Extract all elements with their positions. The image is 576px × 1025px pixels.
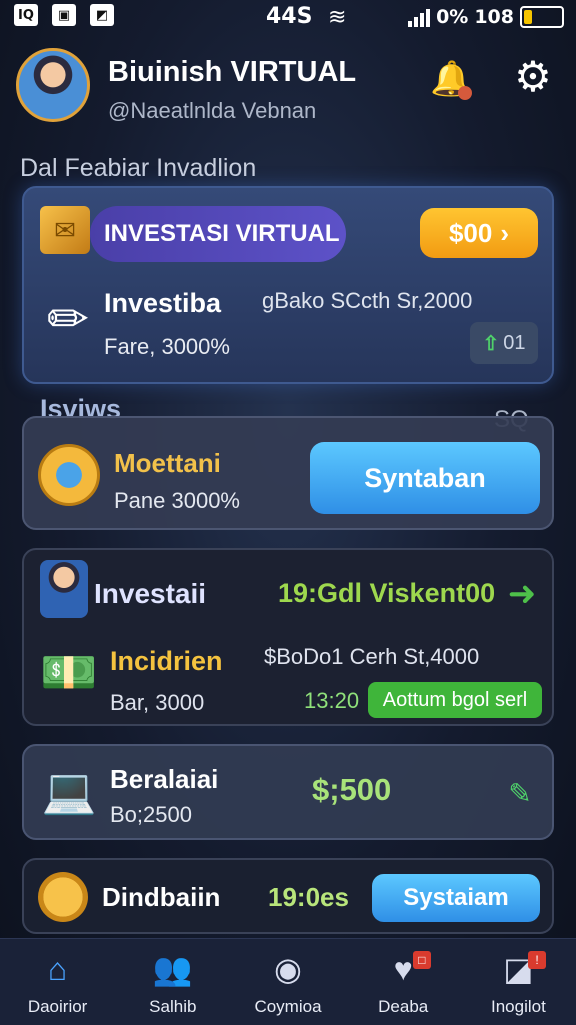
investor-avatar (40, 560, 88, 618)
deposit-button[interactable]: Systaiam (372, 874, 540, 922)
deposit-time: 19:0es (268, 882, 349, 912)
balance-name: Beralaiai (110, 764, 219, 794)
balance-amount: Bo;2500 (110, 802, 192, 827)
growth-value: 01 (503, 331, 526, 354)
portfolio-value: 19:Gdl Viskent00 (278, 578, 496, 608)
nav-item-users[interactable]: 👥 Salhib (115, 939, 230, 1025)
investment-name: Investiba (104, 288, 222, 318)
status-extra: 108 (474, 6, 514, 28)
battery-icon (520, 6, 564, 28)
status-bar: IQ ▣ ◩ 44S ≋ 0% 108 (0, 0, 576, 34)
portfolio-right-balance: $BoDo1 Cerh St,4000 (264, 644, 480, 669)
notification-dot (458, 86, 472, 100)
coin-icon (38, 872, 88, 922)
nav-item-wallet[interactable]: ♥ □ Deaba (346, 939, 461, 1025)
wifi-icon: ≋ (328, 4, 347, 29)
up-arrow-icon: ⇧ (482, 332, 500, 355)
chevron-right-icon: › (500, 217, 510, 248)
page-subtitle: @Naeatlnlda Vebnan (108, 98, 317, 123)
deposit-name: Dindbaiin (102, 882, 221, 912)
investment-balance: gBako SCcth Sr,2000 (262, 288, 473, 313)
status-left-icons: IQ ▣ ◩ (14, 4, 114, 26)
balance-card[interactable]: 💻 Beralaiai Bo;2500 $;500 ✎ (22, 744, 554, 840)
status-right: 0% 108 (408, 6, 564, 28)
portfolio-card[interactable]: Investaii 19:Gdl Viskent00 ➜ 💵 Incidrien… (22, 548, 554, 726)
nav-label: Salhib (149, 997, 197, 1016)
nav-item-home[interactable]: ⌂ Daoirior (0, 939, 115, 1025)
profile-icon: ◉ (274, 951, 302, 987)
invest-amount-button[interactable]: $00 › (420, 208, 538, 258)
nav-item-profile[interactable]: ◉ Coymioa (230, 939, 345, 1025)
signal-icon (408, 7, 431, 27)
product-name: Moettani (114, 448, 221, 478)
nav-label: Coymioa (254, 997, 322, 1016)
investment-card[interactable]: ✉ INVESTASI VIRTUAL $00 › ✏ Investiba Far… (22, 186, 554, 384)
nav-label: Daoirior (27, 997, 88, 1016)
header: Biuinish VIRTUAL @Naeatlnlda Vebnan 🔔 ⚙ (16, 46, 560, 128)
balance-value: $;500 (312, 772, 392, 807)
deposit-card[interactable]: Dindbaiin 19:0es Systaiam (22, 858, 554, 934)
portfolio-time: 13:20 (304, 688, 360, 713)
home-icon: ⌂ (47, 951, 68, 987)
arrow-right-icon[interactable]: ➜ (502, 574, 542, 614)
investment-pill[interactable]: INVESTASI VIRTUAL (90, 206, 346, 262)
gear-icon[interactable]: ⚙ (510, 54, 556, 100)
invest-amount-label: $00 (448, 217, 493, 248)
subscribe-button[interactable]: Syntaban (310, 442, 540, 514)
nav-label: Deaba (378, 997, 429, 1016)
action-button[interactable]: Aottum bgol serl (368, 682, 542, 718)
portfolio-subname: Incidrien (110, 646, 223, 676)
avatar[interactable] (16, 48, 90, 122)
product-rate: Pane 3000% (114, 488, 240, 513)
investment-rate: Fare, 3000% (104, 334, 230, 359)
nav-badge: ! (528, 951, 547, 969)
product-card[interactable]: Moettani Pane 3000% Syntaban (22, 416, 554, 530)
image-icon: ▣ (52, 4, 76, 26)
portfolio-name: Investaii (94, 578, 207, 609)
battery-percent: 0% (436, 6, 469, 28)
gift-icon: ✉ (40, 206, 90, 254)
nav-label: Inogilot (491, 997, 546, 1016)
nav-badge: □ (412, 951, 431, 969)
coin-icon (38, 444, 100, 506)
status-time: 44S (266, 4, 313, 29)
notification-icon: IQ (14, 4, 38, 26)
section-label: Dal Feabiar Invadlion (20, 154, 257, 182)
nav-item-chart[interactable]: ◪ ! Inogilot (461, 939, 576, 1025)
pen-icon: ✏ (47, 291, 89, 347)
bottom-nav: ⌂ Daoirior 👥 Salhib ◉ Coymioa ♥ □ Deaba … (0, 938, 576, 1025)
page-title: Biuinish VIRTUAL (108, 56, 357, 88)
users-icon: 👥 (152, 951, 193, 987)
money-icon: 💵 (40, 646, 98, 698)
navigation-icon: ◩ (90, 4, 114, 26)
edit-icon[interactable]: ✎ (500, 774, 540, 814)
portfolio-balance: Bar, 3000 (110, 690, 205, 715)
growth-chip[interactable]: ⇧ 01 (470, 322, 538, 364)
laptop-chart-icon: 💻 (41, 767, 97, 816)
